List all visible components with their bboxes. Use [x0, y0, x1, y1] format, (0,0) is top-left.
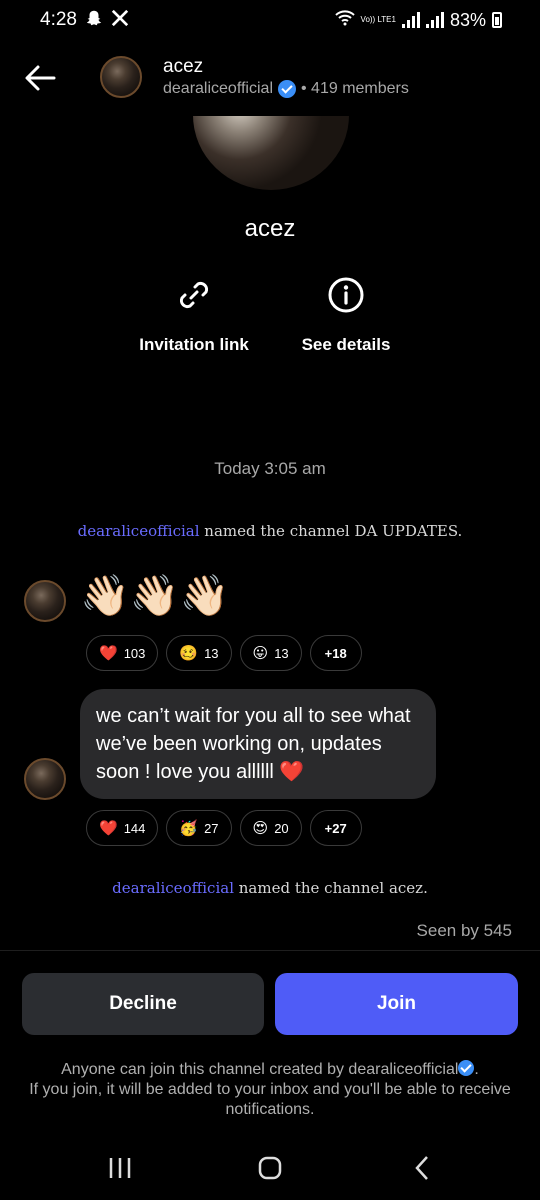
home-icon [258, 1156, 282, 1180]
divider [0, 950, 540, 951]
sender-avatar[interactable] [24, 580, 66, 622]
reaction-count: 27 [204, 820, 219, 836]
network-type: Vo)) LTE1 [360, 15, 396, 24]
reaction-count: +27 [324, 820, 347, 836]
system-message-user[interactable]: dearaliceofficial [112, 879, 234, 897]
system-back-button[interactable] [408, 1154, 438, 1182]
wifi-icon [334, 10, 355, 30]
disclaimer-line1: Anyone can join this channel created by … [61, 1061, 459, 1078]
status-bar: 4:28 Vo)) LTE1 83% [0, 0, 540, 40]
system-message: dearaliceofficial named the channel acez… [0, 879, 540, 897]
reaction-bar: ❤️ 103 🥴 13 😛 13 +18 [86, 635, 362, 671]
tongue-emoji: 😛 [252, 645, 269, 662]
heart-eyes-emoji: 😍 [252, 820, 269, 837]
reaction-pill[interactable]: ❤️ 103 [86, 635, 159, 671]
invitation-link-label: Invitation link [139, 335, 249, 354]
heart-emoji: ❤️ [99, 645, 118, 662]
seen-count: Seen by 545 [416, 921, 512, 940]
system-message-text: named the channel DA UPDATES. [199, 522, 463, 540]
system-nav-bar [0, 1140, 540, 1196]
reaction-count: +18 [324, 645, 347, 661]
info-icon [326, 275, 366, 315]
channel-avatar[interactable] [100, 56, 142, 98]
reaction-pill[interactable]: 🥴 13 [166, 635, 232, 671]
more-reactions-pill[interactable]: +18 [309, 635, 362, 671]
see-details-button[interactable]: See details [296, 275, 396, 355]
link-icon [174, 275, 214, 315]
member-count: • 419 members [301, 80, 409, 97]
more-reactions-pill[interactable]: +27 [309, 810, 362, 846]
reaction-pill[interactable]: ❤️ 144 [86, 810, 159, 846]
status-time: 4:28 [40, 9, 77, 30]
channel-name: acez [244, 215, 296, 242]
reaction-count: 13 [204, 645, 219, 661]
reaction-pill[interactable]: 😛 13 [239, 635, 302, 671]
signal-icon-2 [425, 12, 444, 28]
heart-emoji: ❤️ [99, 820, 118, 837]
home-button[interactable] [255, 1154, 285, 1182]
decline-button[interactable]: Decline [22, 973, 264, 1035]
system-message-text: named the channel acez. [234, 879, 428, 897]
chat-timestamp: Today 3:05 am [214, 459, 326, 478]
reaction-bar: ❤️ 144 🥳 27 😍 20 +27 [86, 810, 362, 846]
reaction-pill[interactable]: 😍 20 [239, 810, 302, 846]
channel-title[interactable]: acez [163, 56, 203, 78]
reaction-pill[interactable]: 🥳 27 [166, 810, 232, 846]
woozy-emoji: 🥴 [179, 645, 199, 662]
battery-icon [492, 12, 502, 28]
recent-apps-button[interactable] [105, 1154, 135, 1182]
reaction-count: 103 [123, 645, 146, 661]
party-emoji: 🥳 [179, 820, 199, 837]
disclaimer-line2: If you join, it will be added to your in… [29, 1081, 511, 1118]
invitation-link-button[interactable]: Invitation link [134, 275, 254, 355]
disclaimer-line1-suffix: . [474, 1061, 479, 1078]
reaction-count: 13 [274, 645, 289, 661]
verified-badge-icon [278, 80, 296, 98]
status-right: Vo)) LTE1 83% [334, 9, 502, 31]
arrow-left-icon [25, 65, 56, 91]
join-disclaimer: Anyone can join this channel created by … [10, 1060, 530, 1120]
message-emoji[interactable]: 👋🏻👋🏻👋🏻 [80, 572, 229, 620]
join-button[interactable]: Join [275, 973, 518, 1035]
system-message: dearaliceofficial named the channel DA U… [0, 522, 540, 540]
chat-header: acez dearaliceofficial • 419 members [0, 48, 540, 108]
snapchat-icon [85, 9, 103, 31]
message-bubble[interactable]: we can’t wait for you all to see what we… [80, 689, 436, 799]
chevron-left-icon [415, 1156, 428, 1180]
channel-subtitle: dearaliceofficial • 419 members [163, 80, 409, 98]
x-icon [111, 9, 129, 31]
battery-percent: 83% [449, 9, 486, 30]
recent-apps-icon [109, 1158, 131, 1178]
reaction-count: 144 [123, 820, 146, 836]
system-message-user[interactable]: dearaliceofficial [78, 522, 200, 540]
signal-icon [401, 12, 420, 28]
sender-avatar[interactable] [24, 758, 66, 800]
status-left: 4:28 [40, 9, 129, 31]
see-details-label: See details [301, 335, 391, 354]
reaction-count: 20 [274, 820, 289, 836]
back-button[interactable] [20, 58, 60, 98]
verified-badge-icon [458, 1060, 475, 1076]
owner-name: dearaliceofficial [163, 80, 273, 97]
